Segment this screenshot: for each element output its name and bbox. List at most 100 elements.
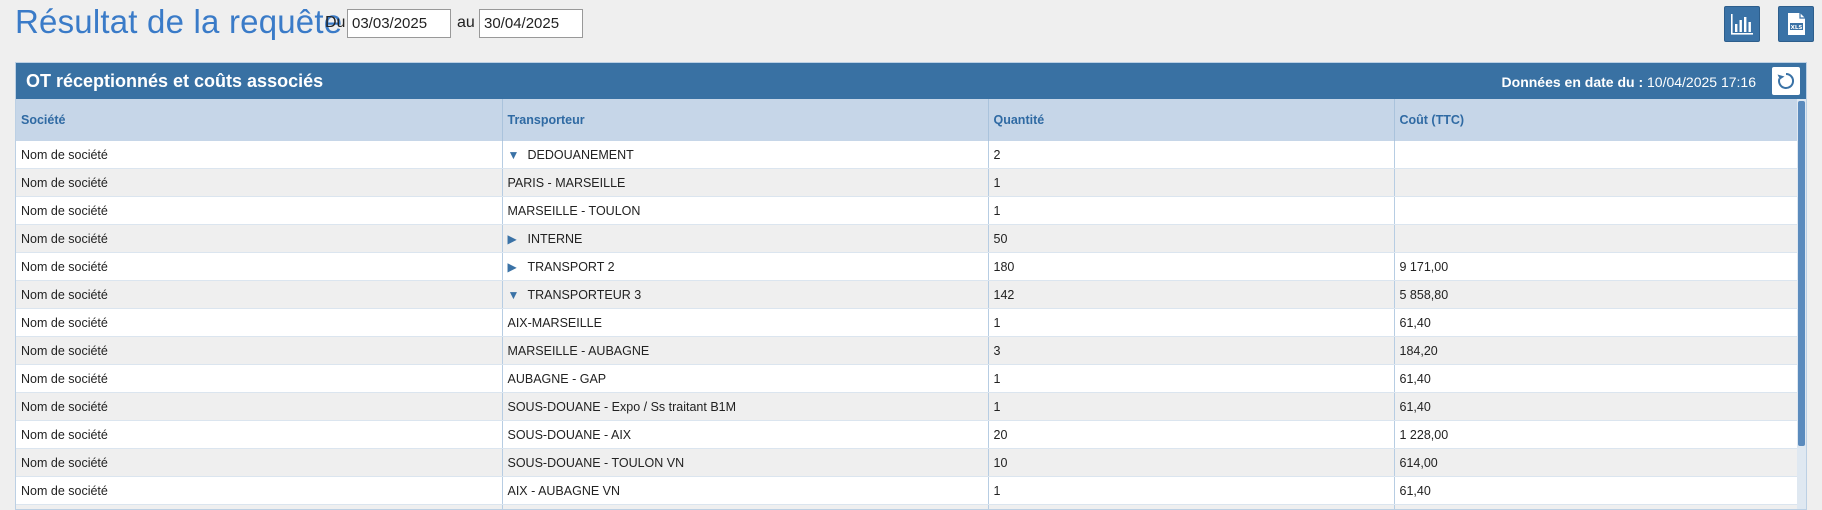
table-row[interactable]: Nom de société PARIS - MARSEILLE 1: [16, 168, 1800, 197]
cell-cout: 61,40: [1394, 392, 1800, 421]
transporteur-label: DEDOUANEMENT: [527, 147, 634, 162]
cell-cout: [1394, 224, 1800, 253]
table-row[interactable]: Nom de société: [16, 504, 1800, 509]
table-header-row: Société Transporteur Quantité Coût (TTC): [16, 99, 1800, 141]
table-row[interactable]: Nom de société SOUS-DOUANE - TOULON VN 10 6…: [16, 448, 1800, 477]
cell-societe: Nom de société: [16, 476, 503, 505]
cell-societe: Nom de société: [16, 392, 503, 421]
transporteur-label: SOUS-DOUANE - Expo / Ss traitant B1M: [507, 399, 737, 414]
bar-chart-icon: [1731, 14, 1753, 35]
cell-cout: 1 228,00: [1394, 420, 1800, 449]
table-row[interactable]: Nom de société AIX-MARSEILLE 1 61,40: [16, 308, 1800, 337]
transporteur-label: SOUS-DOUANE - AIX: [507, 427, 632, 442]
cell-transporteur: ▼ TRANSPORTEUR 3: [502, 280, 989, 309]
cell-societe: Nom de société: [16, 196, 503, 225]
cell-quantite: 1: [988, 168, 1395, 197]
xls-export-icon: XLS: [1788, 13, 1805, 35]
panel-header: OT réceptionnés et coûts associés Donnée…: [16, 63, 1806, 99]
chart-button[interactable]: [1724, 6, 1760, 42]
cell-transporteur: PARIS - MARSEILLE: [502, 168, 989, 197]
transporteur-label: TRANSPORTEUR 3: [527, 287, 642, 302]
cell-transporteur: AIX-MARSEILLE: [502, 308, 989, 337]
cell-transporteur: ▼ DEDOUANEMENT: [502, 141, 989, 169]
refresh-icon: [1777, 72, 1795, 89]
table-row[interactable]: Nom de société SOUS-DOUANE - AIX 20 1 228,0…: [16, 420, 1800, 449]
table-row[interactable]: Nom de société AIX - AUBAGNE VN 1 61,40: [16, 476, 1800, 505]
cell-societe: Nom de société: [16, 308, 503, 337]
cell-societe: Nom de société: [16, 448, 503, 477]
cell-cout: [1394, 504, 1800, 509]
cell-transporteur: SOUS-DOUANE - TOULON VN: [502, 448, 989, 477]
data-date-value: 10/04/2025 17:16: [1647, 74, 1756, 90]
transporteur-label: INTERNE: [527, 231, 583, 246]
cell-transporteur: [502, 504, 989, 509]
from-date-input[interactable]: [347, 9, 451, 38]
table-row[interactable]: Nom de société ▶ TRANSPORT 2 180 9 171,00: [16, 252, 1800, 281]
transporteur-label: AIX-MARSEILLE: [507, 315, 602, 330]
triangle-right-icon[interactable]: ▶: [508, 260, 522, 274]
svg-text:XLS: XLS: [1791, 25, 1803, 31]
column-header-societe[interactable]: Société: [16, 99, 503, 141]
table-row[interactable]: Nom de société ▶ INTERNE 50: [16, 224, 1800, 253]
vertical-scrollbar[interactable]: [1797, 99, 1806, 509]
results-panel: OT réceptionnés et coûts associés Donnée…: [15, 62, 1807, 510]
cell-cout: 61,40: [1394, 364, 1800, 393]
cell-transporteur: SOUS-DOUANE - Expo / Ss traitant B1M: [502, 392, 989, 421]
table-row[interactable]: Nom de société SOUS-DOUANE - Expo / Ss tr…: [16, 392, 1800, 421]
cell-societe: Nom de société: [16, 252, 503, 281]
cell-transporteur: AIX - AUBAGNE VN: [502, 476, 989, 505]
triangle-down-icon[interactable]: ▼: [508, 148, 522, 162]
results-table: Société Transporteur Quantité Coût (TTC)…: [16, 99, 1800, 509]
cell-transporteur: AUBAGNE - GAP: [502, 364, 989, 393]
page-title: Résultat de la requête: [15, 3, 343, 40]
cell-societe: Nom de société: [16, 364, 503, 393]
cell-cout: [1394, 196, 1800, 225]
cell-societe: Nom de société: [16, 336, 503, 365]
cell-societe: Nom de société: [16, 504, 503, 509]
data-date: Données en date du : 10/04/2025 17:16: [1502, 74, 1756, 90]
cell-cout: 184,20: [1394, 336, 1800, 365]
cell-cout: 61,40: [1394, 308, 1800, 337]
column-header-cout[interactable]: Coût (TTC): [1394, 99, 1800, 141]
to-label: au: [457, 14, 475, 31]
table-row[interactable]: Nom de société AUBAGNE - GAP 1 61,40: [16, 364, 1800, 393]
transporteur-label: TRANSPORT 2: [527, 259, 615, 274]
cell-societe: Nom de société: [16, 280, 503, 309]
table-row[interactable]: Nom de société ▼ DEDOUANEMENT 2: [16, 141, 1800, 169]
triangle-down-icon[interactable]: ▼: [508, 288, 522, 302]
table-row[interactable]: Nom de société MARSEILLE - TOULON 1: [16, 196, 1800, 225]
cell-cout: 614,00: [1394, 448, 1800, 477]
cell-quantite: 10: [988, 448, 1395, 477]
transporteur-label: AIX - AUBAGNE VN: [507, 483, 621, 498]
column-header-transporteur[interactable]: Transporteur: [502, 99, 989, 141]
cell-quantite: [988, 504, 1395, 509]
transporteur-label: AUBAGNE - GAP: [507, 371, 607, 386]
panel-title: OT réceptionnés et coûts associés: [26, 71, 324, 91]
refresh-button[interactable]: [1772, 67, 1800, 95]
table-row[interactable]: Nom de société MARSEILLE - AUBAGNE 3 184,20: [16, 336, 1800, 365]
scrollbar-thumb[interactable]: [1798, 101, 1805, 446]
triangle-right-icon[interactable]: ▶: [508, 232, 522, 246]
column-header-quantite[interactable]: Quantité: [988, 99, 1395, 141]
cell-cout: 9 171,00: [1394, 252, 1800, 281]
cell-cout: 5 858,80: [1394, 280, 1800, 309]
cell-quantite: 1: [988, 392, 1395, 421]
cell-societe: Nom de société: [16, 224, 503, 253]
to-date-input[interactable]: [479, 9, 583, 38]
cell-quantite: 50: [988, 224, 1395, 253]
table-row[interactable]: Nom de société ▼ TRANSPORTEUR 3 142 5 858,80: [16, 280, 1800, 309]
cell-quantite: 1: [988, 364, 1395, 393]
data-date-label: Données en date du :: [1501, 74, 1644, 90]
cell-quantite: 1: [988, 308, 1395, 337]
cell-quantite: 142: [988, 280, 1395, 309]
top-bar: Résultat de la requête Du au XLS: [0, 0, 1822, 56]
transporteur-label: MARSEILLE - TOULON: [507, 203, 641, 218]
transporteur-label: PARIS - MARSEILLE: [507, 175, 626, 190]
cell-quantite: 180: [988, 252, 1395, 281]
cell-quantite: 3: [988, 336, 1395, 365]
cell-cout: [1394, 168, 1800, 197]
xls-export-button[interactable]: XLS: [1778, 6, 1814, 42]
cell-quantite: 1: [988, 196, 1395, 225]
cell-societe: Nom de société: [16, 420, 503, 449]
cell-transporteur: SOUS-DOUANE - AIX: [502, 420, 989, 449]
